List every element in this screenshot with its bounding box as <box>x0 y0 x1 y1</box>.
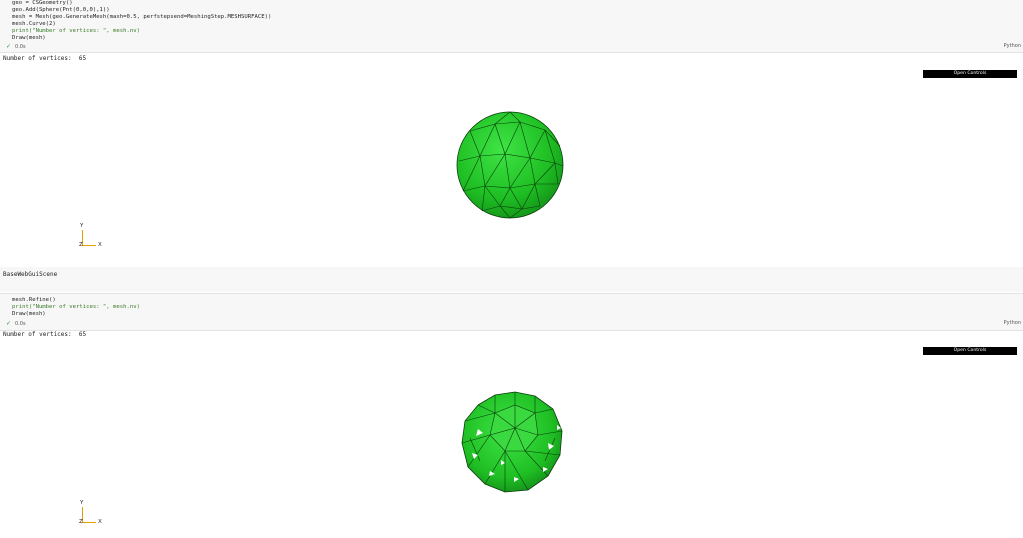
code-cell-2[interactable]: mesh.Refine() print("Number of vertices:… <box>0 293 1023 331</box>
output-text: Number of vertices: 65 <box>3 55 87 62</box>
scene-label: BaseWebGuiScene <box>0 267 1023 292</box>
code-line: geo = CSGeometry() <box>12 0 73 6</box>
axis-y-label: Y <box>80 500 84 506</box>
execution-time: 0.0s <box>15 321 26 327</box>
code-line: print("Number of vertices: ", mesh.nv) <box>12 304 140 310</box>
axis-z-label: Z <box>79 242 83 248</box>
code-line: mesh.Refine() <box>12 297 56 303</box>
cell-status: ✓ 0.0s <box>6 320 26 327</box>
code-line: Draw(mesh) <box>12 311 46 317</box>
axis-triad: Y Z X <box>78 500 108 527</box>
webgui-canvas-2[interactable]: Open Controls Y Z X <box>0 343 1023 538</box>
scene-label-text: BaseWebGuiScene <box>3 271 58 278</box>
code-line: print("Number of vertices: ", mesh.nv) <box>12 28 140 34</box>
sphere-mesh <box>456 111 564 219</box>
axis-triad: Y Z X <box>78 223 108 250</box>
output-text: Number of vertices: 65 <box>3 331 87 338</box>
axis-x-label: X <box>98 519 102 525</box>
check-icon: ✓ <box>6 320 12 327</box>
code-line: Draw(mesh) <box>12 35 46 41</box>
code-line: mesh.Curve(2) <box>12 21 56 27</box>
code-cell-1[interactable]: geo = CSGeometry() geo.Add(Sphere(Pnt(0,… <box>0 0 1023 53</box>
axis-y-label: Y <box>80 223 84 229</box>
cell-language[interactable]: Python <box>1004 43 1021 49</box>
check-icon: ✓ <box>6 43 12 50</box>
code-line: geo.Add(Sphere(Pnt(0,0,0),1)) <box>12 7 110 13</box>
cell-language[interactable]: Python <box>1004 320 1021 326</box>
axis-x-label: X <box>98 242 102 248</box>
code-line: mesh = Mesh(geo.GenerateMesh(maxh=0.5, p… <box>12 14 272 20</box>
webgui-canvas-1[interactable]: Open Controls Y Z X <box>0 66 1023 266</box>
axis-z-label: Z <box>79 519 83 525</box>
cell-status: ✓ 0.0s <box>6 43 26 50</box>
refined-sphere-mesh <box>461 391 563 493</box>
execution-time: 0.0s <box>15 44 26 50</box>
